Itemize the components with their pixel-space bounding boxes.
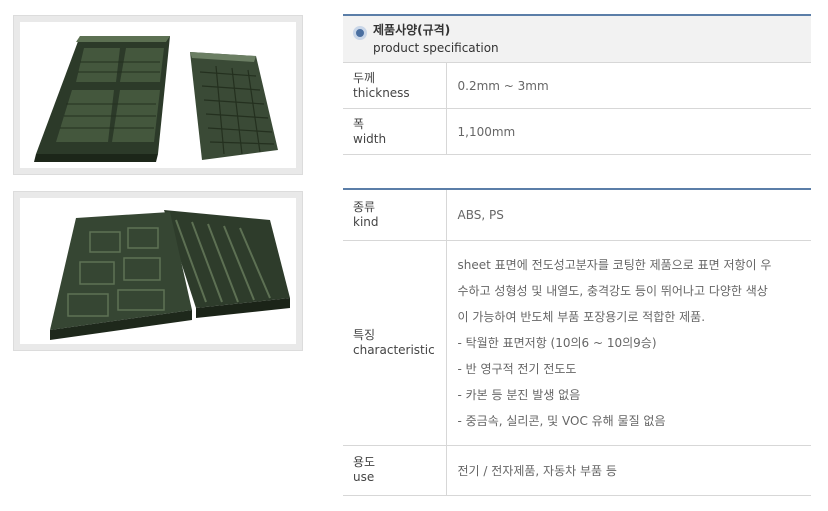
- spec-header: 제품사양(규격) product specification: [343, 15, 811, 63]
- characteristic-line: 수하고 성형성 및 내열도, 충격강도 등이 뛰어나고 다양한 색상: [457, 283, 768, 298]
- tray-image: [34, 36, 278, 162]
- bullet-circle-icon: [353, 26, 367, 40]
- kind-label: 종류 kind: [343, 189, 447, 240]
- product-detail-table: 종류 kind ABS, PS 특징 characteristic sheet …: [343, 188, 811, 496]
- use-label: 용도 use: [343, 445, 447, 495]
- characteristic-line: sheet 표면에 전도성고분자를 코팅한 제품으로 표면 저항이 우: [457, 257, 772, 272]
- spec-header-english: product specification: [373, 41, 499, 55]
- characteristic-line: 이 가능하여 반도체 부품 포장용기로 적합한 제품.: [457, 309, 706, 324]
- characteristic-label: 특징 characteristic: [343, 240, 447, 445]
- thickness-label: 두께 thickness: [343, 62, 447, 109]
- use-row: 용도 use 전기 / 전자제품, 자동차 부품 등: [343, 445, 811, 495]
- characteristic-line: - 카본 등 분진 발생 없음: [457, 387, 581, 402]
- spec-header-korean: 제품사양(규격): [373, 23, 451, 37]
- spec-header-row: 제품사양(규격) product specification: [343, 15, 811, 63]
- width-label: 폭 width: [343, 108, 447, 155]
- characteristic-row: 특징 characteristic sheet 표면에 전도성고분자를 코팅한 …: [343, 240, 811, 445]
- characteristic-value: sheet 표면에 전도성고분자를 코팅한 제품으로 표면 저항이 우 수하고 …: [446, 240, 811, 445]
- characteristic-line: - 반 영구적 전기 전도도: [457, 361, 577, 376]
- characteristic-line: - 중금속, 실리콘, 및 VOC 유해 물질 없음: [457, 413, 666, 428]
- product-photo-stacked-trays: [13, 191, 303, 351]
- width-value: 1,100mm: [457, 124, 516, 139]
- characteristic-line: - 탁월한 표면저항 (10의6 ~ 10의9승): [457, 335, 657, 350]
- product-photo-trays: [13, 15, 303, 175]
- width-row: 폭 width 1,100mm: [343, 108, 811, 155]
- product-spec-table: 제품사양(규격) product specification 두께 thickn…: [343, 14, 811, 155]
- stacked-tray-image: [50, 210, 290, 340]
- use-value: 전기 / 전자제품, 자동차 부품 등: [457, 463, 617, 478]
- kind-row: 종류 kind ABS, PS: [343, 189, 811, 240]
- kind-value: ABS, PS: [457, 207, 504, 222]
- thickness-row: 두께 thickness 0.2mm ~ 3mm: [343, 62, 811, 109]
- thickness-value: 0.2mm ~ 3mm: [457, 78, 549, 93]
